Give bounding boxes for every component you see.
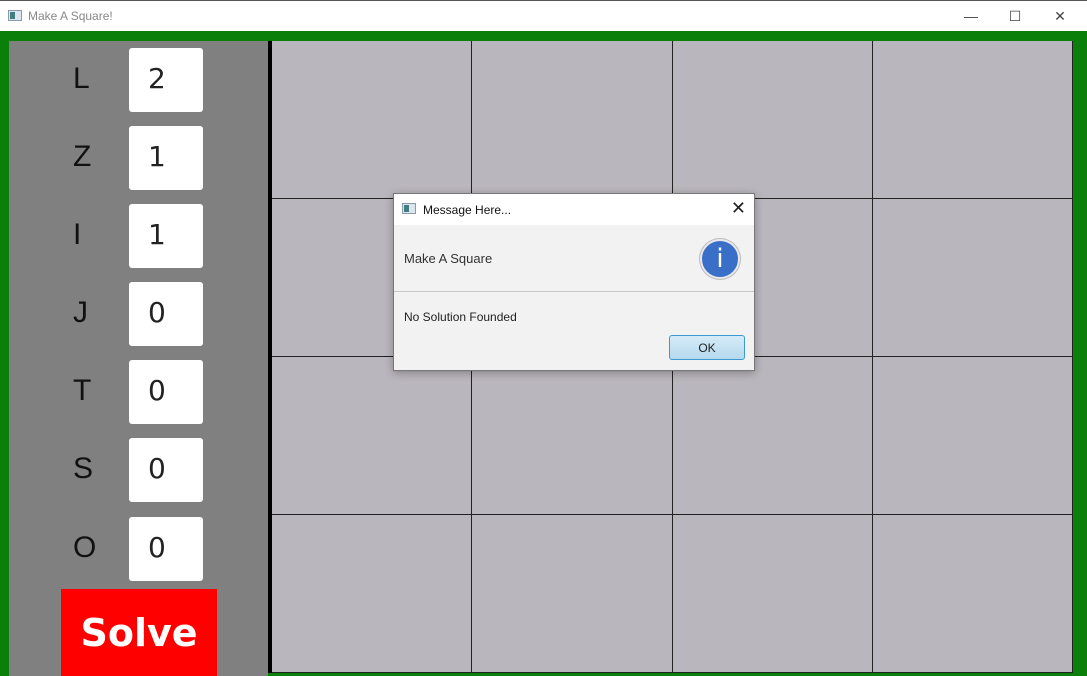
piece-row-l: L2 <box>9 48 268 112</box>
piece-label: J <box>73 296 88 329</box>
dialog-title: Message Here... <box>423 203 512 217</box>
info-icon: i <box>700 239 740 279</box>
message-dialog: Message Here... ✕ Make A Square i No Sol… <box>393 193 755 371</box>
ok-button[interactable]: OK <box>669 335 745 360</box>
maximize-button[interactable]: ☐ <box>992 1 1038 32</box>
board-cell[interactable] <box>872 515 1073 673</box>
dialog-header-text: Make A Square <box>404 251 493 266</box>
piece-count-input[interactable]: 0 <box>129 438 203 502</box>
solve-button[interactable]: Solve <box>61 589 217 676</box>
board-cell[interactable] <box>672 41 873 199</box>
dialog-title-bar: Message Here... ✕ <box>394 194 754 225</box>
board-cell[interactable] <box>272 357 473 515</box>
dialog-message: No Solution Founded <box>404 310 517 324</box>
piece-label: I <box>73 218 82 251</box>
board-cell[interactable] <box>872 357 1073 515</box>
piece-count-input[interactable]: 1 <box>129 204 203 268</box>
board-cell[interactable] <box>672 515 873 673</box>
board-cell[interactable] <box>872 41 1073 199</box>
close-button[interactable]: ✕ <box>1037 1 1083 32</box>
piece-label: Z <box>73 140 92 173</box>
piece-label: L <box>73 62 90 95</box>
piece-count-input[interactable]: 2 <box>129 48 203 112</box>
piece-row-i: I1 <box>9 204 268 268</box>
piece-label: T <box>73 374 92 407</box>
piece-label: O <box>73 531 97 564</box>
dialog-header: Make A Square i <box>394 225 754 292</box>
piece-count-input[interactable]: 0 <box>129 282 203 346</box>
dialog-close-button[interactable]: ✕ <box>731 198 746 219</box>
minimize-button[interactable]: — <box>948 1 994 32</box>
board-cell[interactable] <box>872 199 1073 357</box>
app-icon <box>402 203 416 214</box>
piece-row-o: O0 <box>9 517 268 581</box>
window-title-bar: Make A Square! — ☐ ✕ <box>0 0 1087 31</box>
piece-row-t: T0 <box>9 360 268 424</box>
piece-count-input[interactable]: 1 <box>129 126 203 190</box>
piece-row-z: Z1 <box>9 126 268 190</box>
app-icon <box>8 10 22 21</box>
window-title: Make A Square! <box>28 9 113 23</box>
piece-row-s: S0 <box>9 438 268 502</box>
board-cell[interactable] <box>672 357 873 515</box>
board-cell[interactable] <box>272 515 473 673</box>
piece-panel: L2 Z1 I1 J0 T0 S0 O0 Solve <box>9 41 268 676</box>
board-cell[interactable] <box>272 41 473 199</box>
piece-row-j: J0 <box>9 282 268 346</box>
piece-count-input[interactable]: 0 <box>129 360 203 424</box>
board-cell[interactable] <box>472 41 673 199</box>
board-cell[interactable] <box>472 357 673 515</box>
piece-label: S <box>73 452 94 485</box>
board-cell[interactable] <box>472 515 673 673</box>
piece-count-input[interactable]: 0 <box>129 517 203 581</box>
